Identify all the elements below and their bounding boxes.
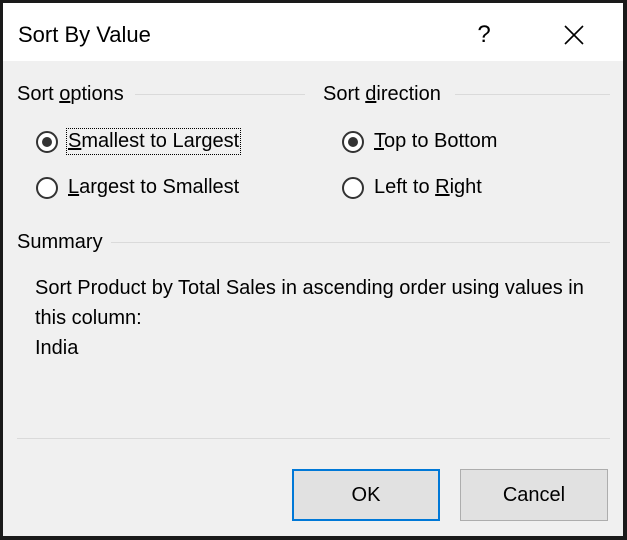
- label-text: argest to Smallest: [79, 176, 240, 198]
- radio-top-to-bottom[interactable]: Top to Bottom: [342, 129, 498, 154]
- radio-left-to-right[interactable]: Left to Right: [342, 175, 483, 200]
- title-bar: Sort By Value ?: [3, 3, 623, 61]
- radio-label: Left to Right: [373, 175, 483, 200]
- radio-button[interactable]: [36, 176, 58, 199]
- radio-label: Largest to Smallest: [67, 175, 240, 200]
- radio-button[interactable]: [342, 176, 364, 199]
- radio-label: Smallest to Largest: [65, 128, 242, 155]
- sort-by-value-dialog: Sort By Value ? Sort options Smallest to…: [0, 0, 627, 540]
- close-button[interactable]: [551, 13, 597, 57]
- label-text: op to Bottom: [384, 130, 498, 152]
- close-icon: [564, 25, 584, 45]
- radio-largest-to-smallest[interactable]: Largest to Smallest: [36, 175, 240, 200]
- summary-divider: [111, 242, 610, 243]
- sort-options-divider: [135, 94, 305, 95]
- radio-button-checked[interactable]: [36, 130, 58, 153]
- sort-direction-label: Sort direction: [323, 83, 441, 106]
- summary-description: Sort Product by Total Sales in ascending…: [35, 277, 584, 329]
- sort-options-label: Sort options: [17, 83, 124, 106]
- accel-key: L: [68, 176, 80, 198]
- footer-divider: [17, 438, 610, 439]
- sort-direction-label-post: irection: [376, 83, 441, 105]
- radio-smallest-to-largest[interactable]: Smallest to Largest: [36, 128, 242, 155]
- label-text: ight: [449, 176, 482, 198]
- radio-label: Top to Bottom: [373, 129, 498, 154]
- accel-key: R: [435, 176, 450, 198]
- radio-button-checked[interactable]: [342, 130, 364, 153]
- label-pre: Left to: [374, 176, 436, 198]
- sort-direction-divider: [455, 94, 610, 95]
- help-button[interactable]: ?: [469, 15, 499, 55]
- label-text: mallest to Largest: [81, 130, 240, 152]
- sort-direction-label-pre: Sort: [323, 83, 366, 105]
- sort-direction-label-accel: d: [365, 83, 377, 105]
- summary-text: Sort Product by Total Sales in ascending…: [35, 273, 615, 363]
- accel-key: T: [374, 130, 384, 152]
- dialog-title: Sort By Value: [18, 22, 151, 47]
- summary-label: Summary: [17, 231, 103, 253]
- summary-column-value: India: [35, 337, 79, 359]
- sort-options-label-pre: Sort: [17, 83, 60, 105]
- cancel-button[interactable]: Cancel: [460, 469, 608, 521]
- sort-options-label-accel: o: [59, 83, 71, 105]
- accel-key: S: [68, 130, 82, 152]
- sort-options-label-post: ptions: [70, 83, 124, 105]
- ok-button[interactable]: OK: [292, 469, 440, 521]
